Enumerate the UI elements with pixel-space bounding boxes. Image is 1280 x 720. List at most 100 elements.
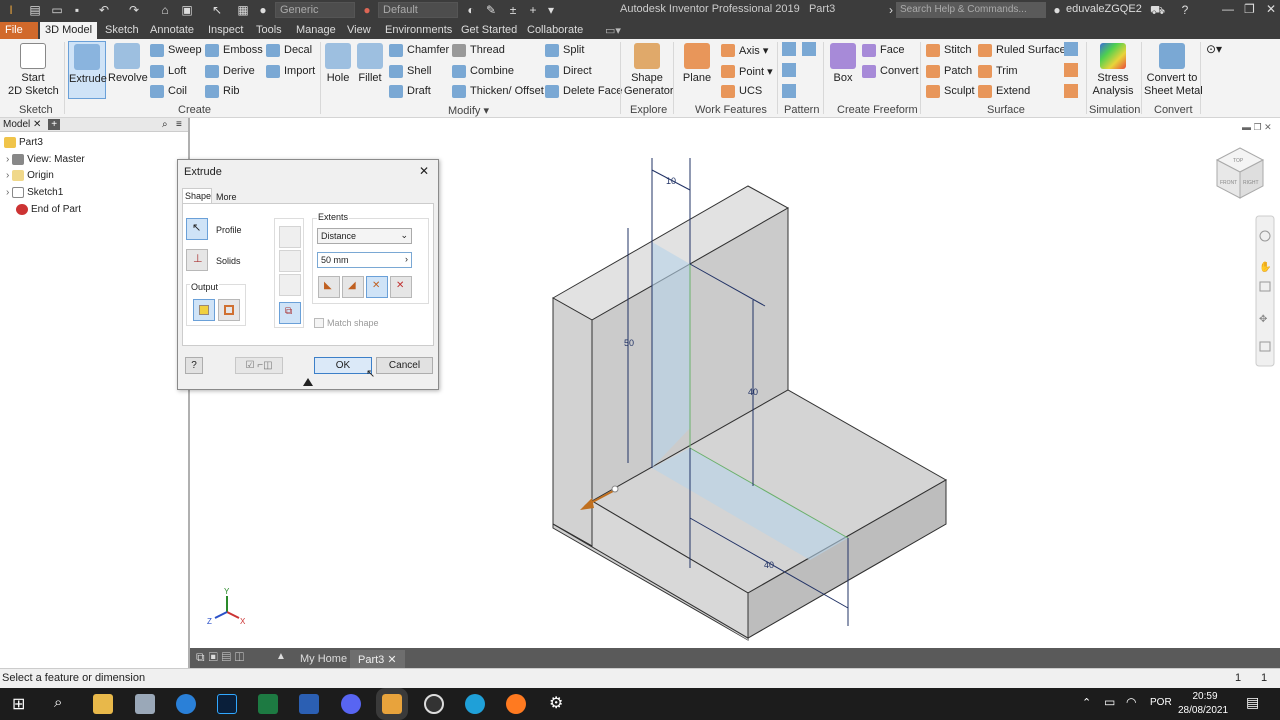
tree-item-end-of-part[interactable]: End of Part [16,204,81,215]
chamfer-button[interactable]: Chamfer [389,44,449,57]
help-button[interactable]: ? [185,357,203,374]
adjust-icon[interactable]: ✎ [484,3,498,17]
solids-select-button[interactable]: ⊥ [186,249,208,271]
split-button[interactable]: Split [545,44,584,57]
calculator-icon[interactable] [135,694,155,714]
excel-icon[interactable] [258,694,278,714]
tree-item-sketch1[interactable]: › Sketch1 [6,187,63,198]
profile-select-button[interactable]: ↖ [186,218,208,240]
tab-collaborate[interactable]: Collaborate [522,22,588,39]
ribbon-options-icon[interactable]: ⊙▾ [1206,42,1222,56]
import-button[interactable]: Import [266,65,315,78]
pan-icon[interactable]: ✋ [1259,260,1271,273]
tab-view[interactable]: View [342,22,376,39]
intersect-button[interactable] [279,274,301,296]
save-icon[interactable]: ▪ [70,3,84,17]
close-icon[interactable]: ✕ [1266,2,1276,16]
tab-shape[interactable]: Shape [182,188,212,203]
photoshop-icon[interactable] [217,694,237,714]
dimension-10[interactable]: 10 [666,176,676,186]
face-draft-icon[interactable] [1064,84,1078,98]
start-2d-sketch-button[interactable]: Start 2D Sketch [8,43,59,98]
dimension-50[interactable]: 50 [624,338,634,348]
ok-button[interactable]: OK [314,357,372,374]
tab-annotate[interactable]: Annotate [145,22,199,39]
close-tab-icon[interactable]: ✕ [387,654,396,666]
direction-default-button[interactable]: ◣ [318,276,340,298]
discord-icon[interactable] [341,694,361,714]
tab-sketch[interactable]: Sketch [100,22,144,39]
new-icon[interactable]: ▤ [28,3,42,17]
customize-icon[interactable]: ▾ [544,3,558,17]
sketch-pattern-icon[interactable] [782,84,796,98]
extend-button[interactable]: Extend [978,85,1030,98]
outlook-icon[interactable] [176,694,196,714]
tab-more[interactable]: More [214,190,239,204]
dimension-40-vertical[interactable]: 40 [748,387,758,397]
help-search-input[interactable]: Search Help & Commands... [896,2,1046,18]
tree-item-part3[interactable]: Part3 [4,137,43,148]
shell-button[interactable]: Shell [389,65,431,78]
extents-type-select[interactable]: Distance ⌄ [317,228,412,244]
stitch-button[interactable]: Stitch [926,44,972,57]
help-icon[interactable]: ? [1178,3,1192,17]
clock-time[interactable]: 20:59 [1182,691,1228,702]
join-button[interactable] [279,226,301,248]
axis-button[interactable]: Axis ▾ [721,44,768,57]
minimize-icon[interactable]: — [1222,2,1234,16]
draft-button[interactable]: Draft [389,85,431,98]
repair-icon[interactable] [1064,42,1078,56]
sculpt-button[interactable]: Sculpt [926,85,975,98]
thread-button[interactable]: Thread [452,44,505,57]
dimension-40-base[interactable]: 40 [764,560,774,570]
new-solid-button[interactable]: ⧉ [279,302,301,324]
loft-button[interactable]: Loft [150,65,186,78]
derive-button[interactable]: Derive [205,65,255,78]
cart-icon[interactable]: ⛟ [1150,3,1165,17]
tab-get-started[interactable]: Get Started [456,22,522,39]
mirror-icon[interactable] [802,42,816,56]
user-name[interactable]: eduvaleZGQE2 [1066,3,1142,15]
undo-icon[interactable]: ↶ [97,3,111,17]
tab-environments[interactable]: Environments [380,22,457,39]
clock-date[interactable]: 28/08/2021 [1178,705,1228,716]
revolve-button[interactable]: Revolve [108,43,148,85]
restore-icon[interactable]: ❐ [1244,2,1255,16]
browser-tab-model[interactable]: Model [3,119,30,130]
output-surface-button[interactable] [218,299,240,321]
tab-part3[interactable]: Part3 ✕ [350,650,405,668]
stress-analysis-button[interactable]: Stress Analysis [1090,43,1136,98]
tab-tools[interactable]: Tools [251,22,287,39]
plus-icon[interactable]: + [526,3,540,17]
search-icon[interactable]: ⌕ [162,119,168,130]
user-icon[interactable]: ● [1050,3,1064,17]
clear-icon[interactable]: ◐ [464,3,478,17]
open-icon[interactable]: ▭ [50,3,64,17]
close-browser-icon[interactable]: ✕ [33,119,41,130]
origin-point[interactable] [611,485,619,493]
delete-face-button[interactable]: Delete Face [545,85,622,98]
thicken-offset-button[interactable]: Thicken/ Offset [452,85,544,98]
wifi-icon[interactable]: ◠ [1126,695,1136,709]
tree-item-origin[interactable]: › Origin [6,170,54,181]
combine-button[interactable]: Combine [452,65,514,78]
point-button[interactable]: Point ▾ [721,65,773,78]
output-solid-button[interactable] [193,299,215,321]
fit-mesh-icon[interactable] [1064,63,1078,77]
viewport-restore-icon[interactable]: ▬ ❐ ✕ [1242,122,1272,132]
update-icon[interactable]: ▣ [180,3,194,17]
settings-icon[interactable]: ⚙ [549,693,563,713]
ruled-surface-button[interactable]: Ruled Surface [978,44,1066,57]
decal-button[interactable]: Decal [266,44,312,57]
material-combo[interactable]: Default [378,2,458,18]
sweep-button[interactable]: Sweep [150,44,202,57]
preview-button[interactable]: ☑ ⌐◫ [235,357,283,374]
distance-input[interactable]: 50 mm › [317,252,412,268]
tree-item-view-master[interactable]: › View: Master [6,154,85,165]
select-icon[interactable]: ↖ [210,3,224,17]
match-shape-checkbox[interactable] [314,318,324,328]
ucs-button[interactable]: UCS [721,85,762,98]
file-explorer-icon[interactable] [93,694,113,714]
redo-icon[interactable]: ↷ [127,3,141,17]
face-button[interactable]: Face [862,44,904,57]
